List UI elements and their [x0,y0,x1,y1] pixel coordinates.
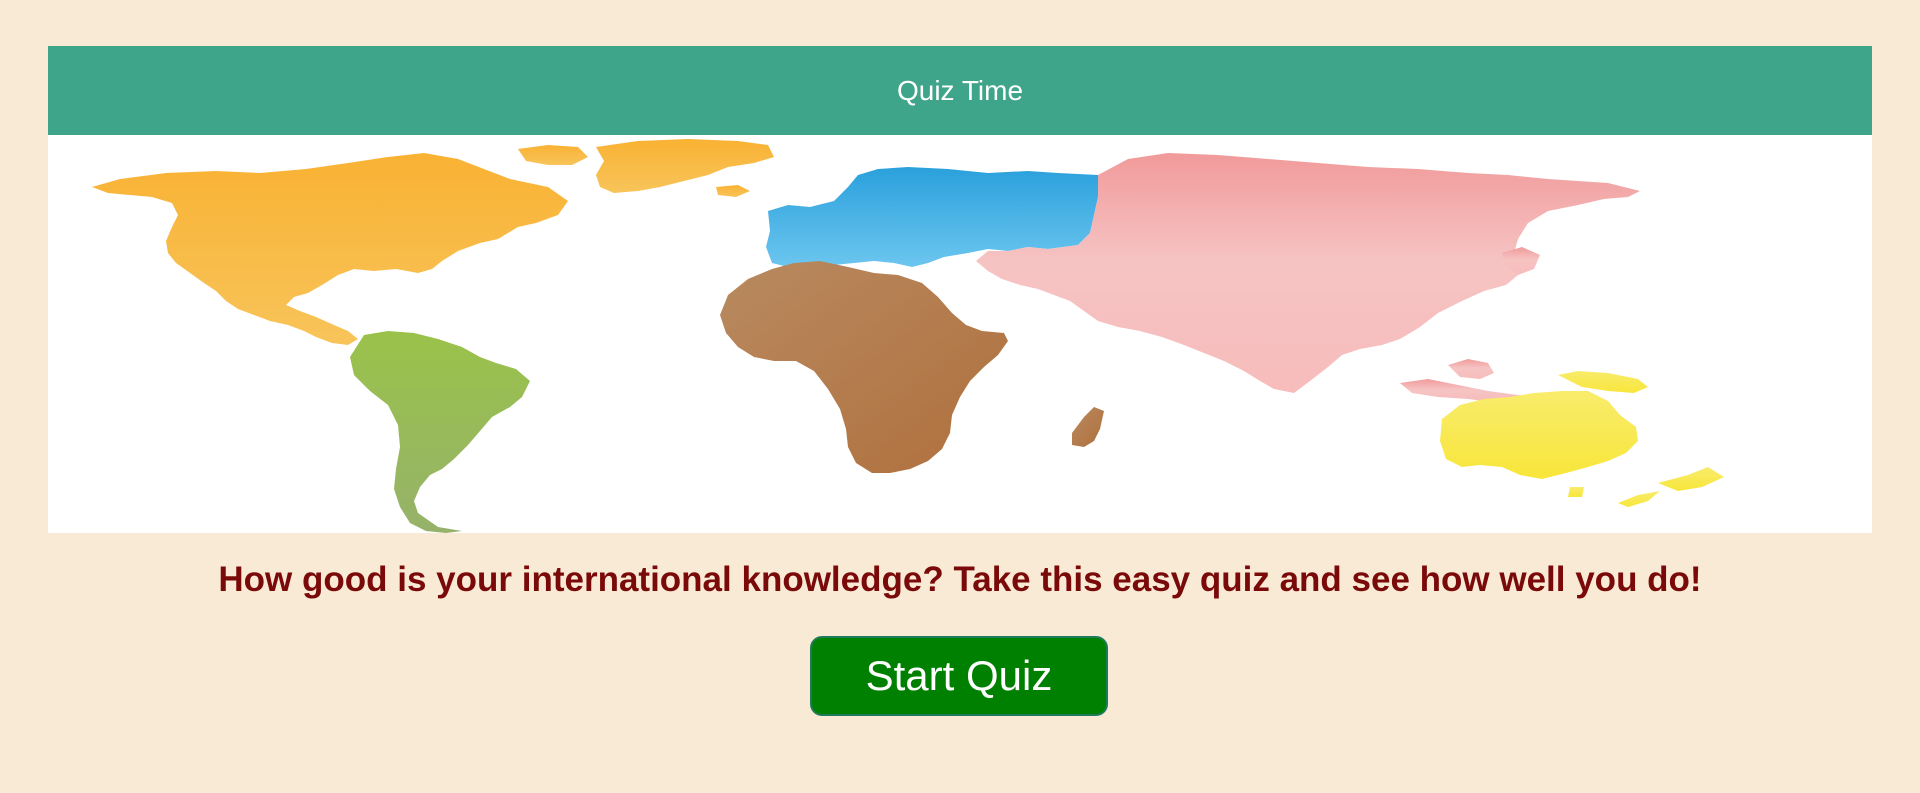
page-title: Quiz Time [896,74,1024,106]
north-america-shape [92,139,774,345]
africa-shape [720,261,1104,473]
world-map-image [48,135,1872,533]
world-map-svg [92,139,1724,533]
header-bar: Quiz Time [48,46,1872,135]
start-quiz-button[interactable]: Start Quiz [810,636,1108,716]
intro-text: How good is your international knowledge… [218,560,1702,599]
south-america-shape [350,331,530,533]
